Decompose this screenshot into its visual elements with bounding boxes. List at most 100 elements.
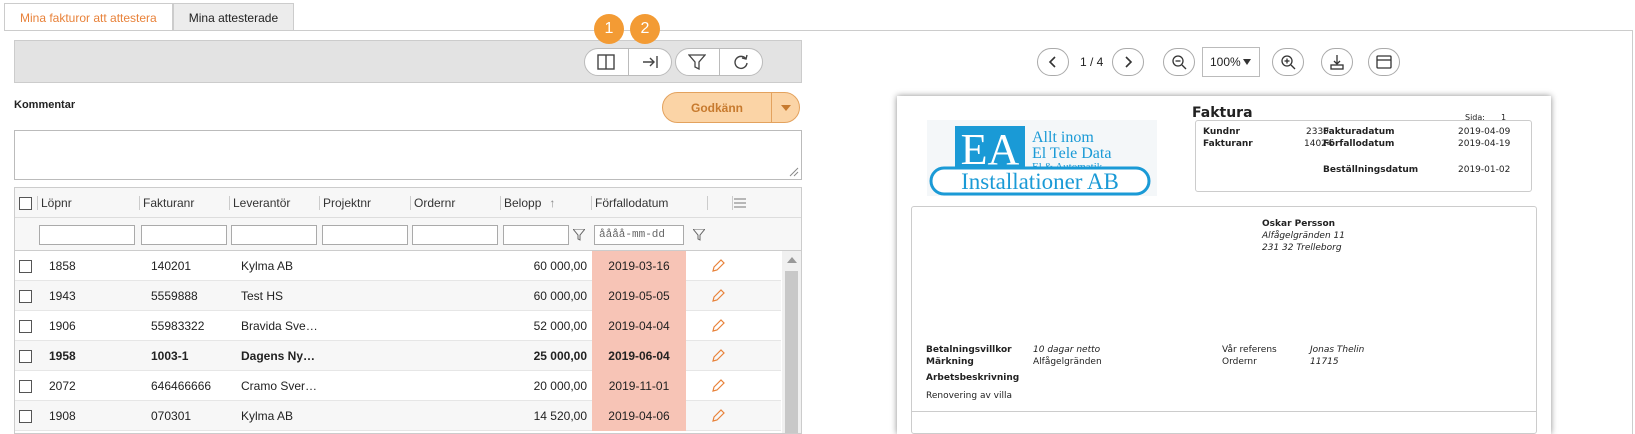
recipient-city: 231 32 Trelleborg: [1262, 243, 1342, 253]
cell-belopp: 52 000,00: [533, 319, 587, 333]
chevron-down-icon: [1243, 59, 1251, 65]
edit-button[interactable]: [711, 401, 725, 431]
grid-header: Löpnr Fakturanr Leverantör Projektnr Ord…: [15, 188, 801, 218]
var-referens-label: Vår referens: [1222, 345, 1277, 355]
col-header-ordernr[interactable]: Ordernr: [414, 188, 455, 218]
filter-date-icon[interactable]: [693, 229, 705, 241]
cell-belopp: 20 000,00: [533, 379, 587, 393]
approve-split-button: Godkänn: [662, 92, 800, 123]
belopp-header-label: Belopp: [504, 196, 542, 210]
cell-leverantor: Cramo Sver…: [241, 379, 318, 393]
cell-belopp: 25 000,00: [533, 349, 587, 363]
filter-projektnr-input[interactable]: [322, 225, 408, 245]
col-header-projektnr[interactable]: Projektnr: [323, 188, 371, 218]
pencil-icon: [712, 409, 725, 422]
tab-mina-attesterade[interactable]: Mina attesterade: [172, 3, 295, 31]
download-button[interactable]: [1321, 48, 1353, 76]
table-row[interactable]: 1906 55983322 Bravida Sve… 52 000,00 201…: [15, 311, 781, 341]
fit-page-button[interactable]: [1368, 48, 1400, 76]
tab-bar: Mina fakturor att attestera Mina atteste…: [4, 3, 295, 31]
table-row[interactable]: 1958 1003-1 Dagens Ny… 25 000,00 2019-06…: [15, 341, 781, 371]
frame-border: [1632, 30, 1633, 434]
page-layout-icon: [1376, 55, 1392, 69]
col-header-fakturanr[interactable]: Fakturanr: [143, 188, 194, 218]
column-menu-button[interactable]: [733, 188, 747, 218]
chevron-right-icon: [1125, 56, 1133, 68]
logo-bottom: Installationer AB: [961, 169, 1119, 194]
cell-due-date: 2019-05-05: [592, 281, 686, 311]
edit-button[interactable]: [711, 311, 725, 341]
cell-due-date: 2019-03-16: [592, 251, 686, 281]
select-all-checkbox[interactable]: [19, 196, 32, 210]
next-page-button[interactable]: [1112, 48, 1144, 76]
betalningsvillkor-label: Betalningsvillkor: [926, 345, 1012, 355]
tab-divider: [4, 30, 1633, 31]
scrollbar-thumb[interactable]: [785, 271, 798, 433]
filter-fakturanr-input[interactable]: [141, 225, 227, 245]
filter-belopp-input[interactable]: [503, 225, 569, 245]
approve-menu-button[interactable]: [771, 93, 799, 122]
grid-scrollbar[interactable]: [782, 251, 801, 433]
table-row[interactable]: 1943 5559888 Test HS 60 000,00 2019-05-0…: [15, 281, 781, 311]
filter-belopp-icon[interactable]: [573, 229, 585, 241]
var-referens-value: Jonas Thelin: [1310, 345, 1365, 355]
cell-fakturanr: 5559888: [151, 289, 198, 303]
table-row[interactable]: 1858 140201 Kylma AB 60 000,00 2019-03-1…: [15, 251, 781, 281]
tab-mina-fakturor[interactable]: Mina fakturor att attestera: [4, 3, 173, 31]
page-indicator: 1 / 4: [1080, 55, 1104, 69]
viewer-toolbar: [0, 48, 1635, 78]
filter-lopnr-input[interactable]: [39, 225, 135, 245]
table-row[interactable]: 2072 646466666 Cramo Sver… 20 000,00 201…: [15, 371, 781, 401]
arbetsbeskrivning-value: Renovering av villa: [926, 391, 1012, 401]
chevron-left-icon: [1048, 56, 1056, 68]
cell-due-date: 2019-11-01: [592, 371, 686, 401]
row-checkbox[interactable]: [19, 379, 32, 393]
zoom-out-button[interactable]: [1163, 48, 1195, 76]
download-icon: [1330, 55, 1344, 70]
zoom-select[interactable]: 100%: [1202, 47, 1260, 77]
col-header-forfallodatum[interactable]: Förfallodatum: [595, 188, 668, 218]
approve-button[interactable]: Godkänn: [663, 93, 771, 122]
cell-due-date: 2019-04-04: [592, 311, 686, 341]
row-checkbox[interactable]: [19, 349, 32, 363]
cell-fakturanr: 140201: [151, 259, 192, 273]
logo-line2: El Tele Data: [1032, 145, 1111, 162]
zoom-out-icon: [1172, 55, 1187, 70]
col-header-leverantor[interactable]: Leverantör: [233, 188, 290, 218]
filter-date-input[interactable]: åååå-mm-dd: [594, 225, 684, 245]
row-checkbox[interactable]: [19, 289, 32, 303]
fakturadatum-label: Fakturadatum: [1323, 127, 1395, 137]
edit-button[interactable]: [711, 371, 725, 401]
cell-belopp: 60 000,00: [533, 289, 587, 303]
body-divider: [912, 411, 1536, 412]
edit-button[interactable]: [711, 281, 725, 311]
filter-ordernr-input[interactable]: [412, 225, 498, 245]
edit-button[interactable]: [711, 341, 725, 371]
scroll-up-icon[interactable]: [787, 256, 797, 264]
cell-due-date: 2019-06-04: [592, 341, 686, 371]
cell-fakturanr: 070301: [151, 409, 192, 423]
col-header-belopp[interactable]: Belopp ↑: [504, 188, 555, 218]
cell-fakturanr: 55983322: [151, 319, 205, 333]
cell-lopnr: 1858: [49, 259, 76, 273]
bestallningsdatum-value: 2019-01-02: [1458, 165, 1511, 175]
col-header-lopnr[interactable]: Löpnr: [41, 188, 72, 218]
comment-textarea[interactable]: [14, 130, 802, 180]
prev-page-button[interactable]: [1037, 48, 1069, 76]
zoom-in-button[interactable]: [1272, 48, 1304, 76]
cell-lopnr: 1908: [49, 409, 76, 423]
cell-belopp: 14 520,00: [533, 409, 587, 423]
fakturanr-label: Fakturanr: [1203, 139, 1253, 149]
row-checkbox[interactable]: [19, 409, 32, 423]
sort-asc-icon: ↑: [549, 196, 556, 210]
row-checkbox[interactable]: [19, 319, 32, 333]
table-row[interactable]: 1908 070301 Kylma AB 14 520,00 2019-04-0…: [15, 401, 781, 431]
filter-leverantor-input[interactable]: [231, 225, 317, 245]
row-checkbox[interactable]: [19, 259, 32, 273]
menu-icon: [734, 198, 746, 208]
cell-leverantor: Bravida Sve…: [241, 319, 318, 333]
invoice-grid: Löpnr Fakturanr Leverantör Projektnr Ord…: [14, 187, 802, 434]
pencil-icon: [712, 349, 725, 362]
forfallodatum-value: 2019-04-19: [1458, 139, 1511, 149]
edit-button[interactable]: [711, 251, 725, 281]
